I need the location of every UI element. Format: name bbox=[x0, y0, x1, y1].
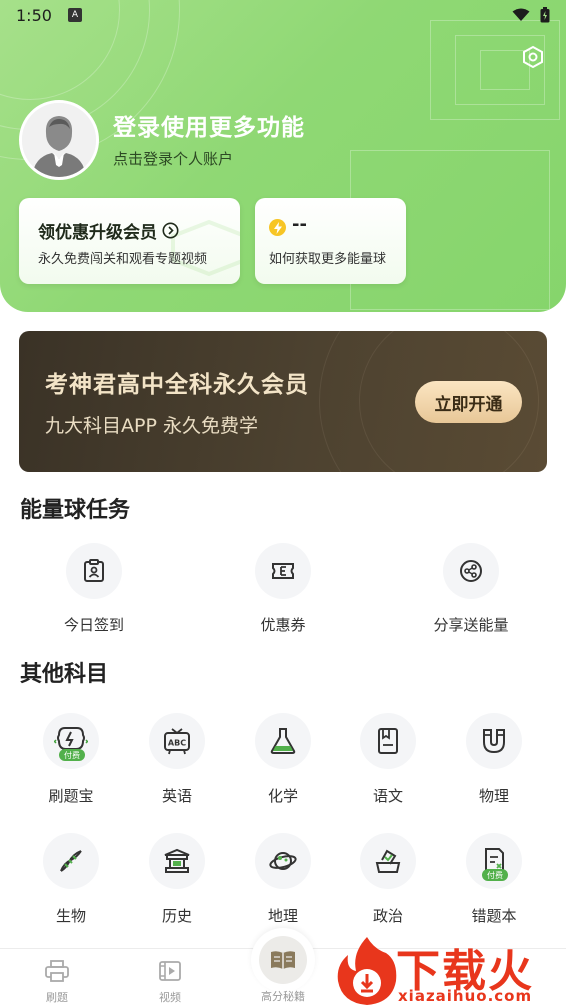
coupon-label[interactable]: 优惠券 bbox=[228, 614, 338, 635]
flame-download-logo-icon bbox=[337, 937, 397, 1005]
subject-physics[interactable] bbox=[466, 713, 522, 769]
share-icon bbox=[460, 560, 482, 582]
banner-title: 考神君高中全科永久会员 bbox=[45, 372, 309, 398]
nav-video-label: 视频 bbox=[159, 991, 181, 1004]
paid-badge: 付费 bbox=[482, 869, 508, 881]
sign-in-button[interactable] bbox=[66, 543, 122, 599]
open-book-icon bbox=[271, 951, 295, 969]
watermark-url: xiazaihuo.com bbox=[398, 987, 533, 1005]
subject-label[interactable]: 语文 bbox=[333, 785, 443, 806]
sign-in-label[interactable]: 今日签到 bbox=[39, 614, 149, 635]
temple-icon bbox=[164, 848, 190, 873]
paid-badge: 付费 bbox=[59, 749, 85, 761]
nav-video[interactable]: 视频 bbox=[140, 957, 200, 1005]
share-label[interactable]: 分享送能量 bbox=[416, 614, 526, 635]
energy-ball-card[interactable]: -- 如何获取更多能量球 bbox=[255, 198, 406, 284]
open-vip-button[interactable]: 立即开通 bbox=[415, 381, 522, 423]
energy-tasks-title: 能量球任务 bbox=[20, 498, 131, 523]
nav-practice-label: 刷题 bbox=[46, 991, 68, 1004]
nav-practice[interactable]: 刷题 bbox=[27, 957, 87, 1005]
wifi-icon bbox=[512, 8, 530, 21]
subject-english[interactable]: ABC bbox=[149, 713, 205, 769]
energy-bolt-icon bbox=[269, 219, 286, 236]
login-subtitle[interactable]: 点击登录个人账户 bbox=[113, 148, 233, 169]
energy-card-subtitle: 如何获取更多能量球 bbox=[269, 252, 387, 267]
subject-label[interactable]: 英语 bbox=[122, 785, 232, 806]
subject-label[interactable]: 化学 bbox=[228, 785, 338, 806]
subject-shuatibao[interactable]: 付费 bbox=[43, 713, 99, 769]
subject-geography[interactable] bbox=[255, 833, 311, 889]
svg-text:ABC: ABC bbox=[168, 739, 186, 748]
subject-label[interactable]: 政治 bbox=[333, 905, 443, 926]
chevron-right-circle-icon bbox=[162, 222, 179, 239]
nav-secrets-button[interactable] bbox=[251, 928, 315, 992]
subject-biology[interactable] bbox=[43, 833, 99, 889]
flask-icon bbox=[270, 728, 296, 754]
member-upgrade-card[interactable]: 领优惠升级会员 永久免费闯关和观看专题视频 bbox=[19, 198, 240, 284]
subject-politics[interactable] bbox=[360, 833, 416, 889]
coupon-button[interactable] bbox=[255, 543, 311, 599]
magnet-icon bbox=[483, 729, 505, 754]
member-card-subtitle: 永久免费闯关和观看专题视频 bbox=[38, 252, 208, 267]
subject-wrong-notebook[interactable]: 付费 bbox=[466, 833, 522, 889]
member-card-title-row: 领优惠升级会员 bbox=[38, 218, 179, 243]
subject-label[interactable]: 历史 bbox=[122, 905, 232, 926]
subject-label[interactable]: 物理 bbox=[439, 785, 549, 806]
battery-icon bbox=[540, 7, 550, 23]
avatar[interactable] bbox=[19, 100, 99, 180]
subject-chemistry[interactable] bbox=[255, 713, 311, 769]
notification-icon: A bbox=[67, 8, 82, 22]
xiazaihuo-watermark: 下载火 xiazaihuo.com bbox=[334, 935, 566, 1008]
subject-label[interactable]: 刷题宝 bbox=[16, 785, 126, 806]
vip-banner[interactable]: 考神君高中全科永久会员 九大科目APP 永久免费学 立即开通 bbox=[19, 331, 547, 472]
dna-icon bbox=[60, 850, 82, 872]
planet-icon bbox=[269, 852, 297, 870]
coupon-icon bbox=[272, 563, 294, 579]
default-avatar-icon bbox=[22, 103, 96, 177]
status-time: 1:50 bbox=[16, 5, 52, 25]
subject-chinese[interactable] bbox=[360, 713, 416, 769]
book-icon bbox=[378, 728, 398, 754]
status-bar: 1:50 A bbox=[0, 0, 566, 30]
other-subjects-title: 其他科目 bbox=[20, 662, 109, 687]
banner-subtitle: 九大科目APP 永久免费学 bbox=[45, 415, 258, 437]
login-title[interactable]: 登录使用更多功能 bbox=[113, 108, 305, 142]
subject-label[interactable]: 错题本 bbox=[439, 905, 549, 926]
sign-in-icon bbox=[84, 559, 104, 582]
ballot-icon bbox=[375, 849, 401, 873]
subject-label[interactable]: 地理 bbox=[228, 905, 338, 926]
member-card-title: 领优惠升级会员 bbox=[38, 223, 157, 243]
share-button[interactable] bbox=[443, 543, 499, 599]
hexagon-gear-icon bbox=[523, 45, 543, 69]
energy-value: -- bbox=[292, 214, 307, 235]
settings-button[interactable] bbox=[518, 42, 548, 72]
printer-icon bbox=[45, 960, 69, 982]
nav-secrets-label: 高分秘籍 bbox=[261, 990, 305, 1003]
subject-label[interactable]: 生物 bbox=[16, 905, 126, 926]
abc-board-icon: ABC bbox=[164, 728, 190, 755]
video-icon bbox=[159, 961, 181, 981]
subject-history[interactable] bbox=[149, 833, 205, 889]
